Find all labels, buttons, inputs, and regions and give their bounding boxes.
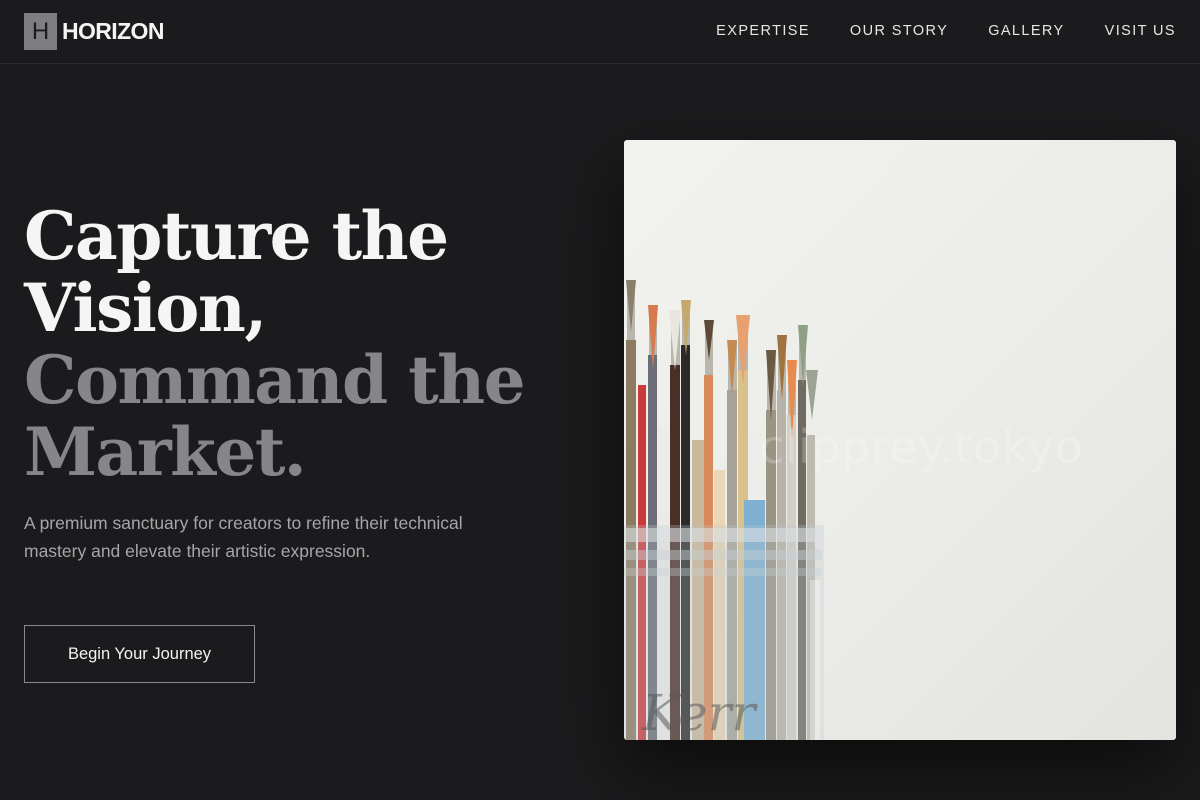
nav-link-expertise[interactable]: EXPERTISE [716, 23, 810, 39]
logo-mark: H [24, 13, 57, 50]
hero-headline: Capture the Vision, Command the Market. [24, 197, 526, 491]
nav-link-visit-us[interactable]: VISIT US [1105, 23, 1176, 39]
begin-journey-button[interactable]: Begin Your Journey [24, 625, 255, 683]
headline-line-2: Vision, [24, 269, 267, 347]
image-watermark: clipprey.tokyo [759, 420, 1084, 474]
headline-line-4: Market. [24, 413, 307, 491]
top-navbar: H HORIZON EXPERTISE OUR STORY GALLERY VI… [0, 0, 1200, 64]
hero-image-paintbrushes: Kerr clipprey.tokyo [624, 140, 1176, 740]
nav-link-gallery[interactable]: GALLERY [988, 23, 1064, 39]
nav-link-our-story[interactable]: OUR STORY [850, 23, 948, 39]
hero-subtitle: A premium sanctuary for creators to refi… [24, 513, 463, 561]
headline-line-1: Capture the [24, 197, 449, 275]
glass-jar: Kerr [624, 525, 824, 740]
main-nav: EXPERTISE OUR STORY GALLERY VISIT US [716, 0, 1176, 62]
brand-logo[interactable]: H HORIZON [24, 13, 164, 50]
headline-line-3: Command the [24, 341, 526, 419]
jar-embossed-text: Kerr [641, 684, 759, 740]
brand-name: HORIZON [62, 18, 164, 44]
